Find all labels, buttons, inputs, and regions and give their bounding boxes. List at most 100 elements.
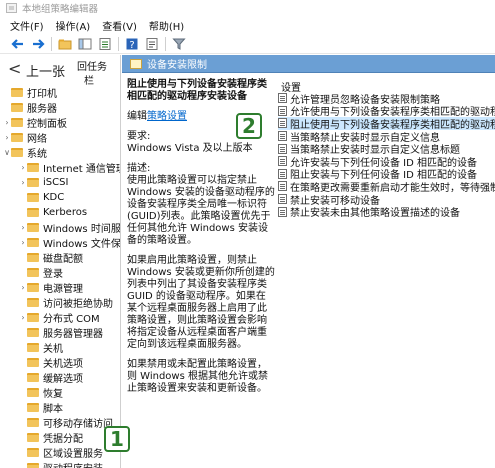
- tree-item-label: 关机: [43, 344, 63, 355]
- tree-item-label: 服务器管理器: [43, 329, 103, 340]
- folder-icon: [27, 208, 39, 217]
- window-title: 本地组策略编辑器: [22, 4, 99, 15]
- tree-item[interactable]: 登录: [0, 265, 120, 280]
- tree-item-label: 访问被拒绝协助: [43, 299, 113, 310]
- tree-item-label: iSCSI: [43, 177, 69, 188]
- tree-item[interactable]: › 电源管理: [0, 280, 120, 295]
- tree-item-label: 磁盘配额: [43, 254, 83, 265]
- folder-icon: [27, 298, 39, 307]
- tree-item[interactable]: › Windows 时间服务: [0, 220, 121, 235]
- navigation-pane: < 上一张 回任务 栏 打印机 服务器 › 控制面板 › 网络 ∨ 系统 › Internet 通…: [0, 55, 121, 468]
- tree-item[interactable]: 关机: [0, 340, 120, 355]
- tree-item-label: 恢复: [43, 389, 63, 400]
- properties-icon[interactable]: [144, 36, 160, 52]
- tree-item-label: 登录: [43, 269, 63, 280]
- tree-item-label: Internet 通信管理: [43, 164, 121, 175]
- policy-setting-icon: [278, 156, 287, 167]
- toolbar-separator: [51, 36, 52, 51]
- chevron-right-icon[interactable]: ›: [3, 118, 11, 127]
- forward-arrow-icon[interactable]: [30, 36, 46, 52]
- menu-view[interactable]: 查看(V): [96, 18, 143, 33]
- tree-item-label: 区域设置服务: [43, 449, 103, 460]
- tree-item-label: 电源管理: [43, 284, 83, 295]
- tree-item[interactable]: 打印机: [0, 85, 120, 100]
- folder-icon: [27, 403, 39, 412]
- folder-icon: [130, 58, 142, 69]
- back-label[interactable]: 上一张: [26, 61, 65, 80]
- up-folder-icon[interactable]: [57, 36, 73, 52]
- menu-action[interactable]: 操作(A): [50, 18, 97, 33]
- show-hide-tree-icon[interactable]: [77, 36, 93, 52]
- tree-item[interactable]: 可移动存储访问: [0, 415, 120, 430]
- tree-item-label: 凭据分配: [43, 434, 83, 445]
- setting-row[interactable]: 禁止安装未由其他策略设置描述的设备: [278, 205, 495, 219]
- tree-item[interactable]: › iSCSI: [0, 175, 120, 190]
- description-paragraph: 如果启用此策略设置，则禁止 Windows 安装或更新你所创建的列表中列出了其设…: [127, 255, 275, 350]
- tree-item[interactable]: 关机选项: [0, 355, 120, 370]
- svg-text:?: ?: [129, 40, 134, 51]
- folder-icon: [27, 448, 39, 457]
- folder-icon: [27, 313, 39, 322]
- tree-item[interactable]: 访问被拒绝协助: [0, 295, 120, 310]
- chevron-right-icon[interactable]: ›: [19, 313, 27, 322]
- chevron-right-icon[interactable]: ›: [19, 283, 27, 292]
- tree-item[interactable]: 缓解选项: [0, 370, 120, 385]
- back-arrow-icon[interactable]: [10, 36, 26, 52]
- policy-title: 阻止使用与下列设备安装程序类相匹配的驱动程序安装设备: [127, 79, 267, 102]
- folder-icon: [27, 388, 39, 397]
- tree-item-label: 驱动程序安装: [43, 460, 103, 468]
- folder-icon: [27, 463, 39, 468]
- tree-item[interactable]: 凭据分配: [0, 430, 120, 445]
- back-chevron-icon[interactable]: <: [8, 59, 21, 78]
- folder-icon: [27, 238, 39, 247]
- tree-item[interactable]: 恢复: [0, 385, 120, 400]
- tree-item[interactable]: 驱动程序安装: [0, 460, 120, 468]
- folder-icon: [11, 148, 23, 157]
- tree-item-label: Kerberos: [43, 207, 88, 218]
- tree-item[interactable]: 区域设置服务: [0, 445, 120, 460]
- tree-item-label: 系统: [27, 149, 47, 160]
- requirements-label: 要求:: [127, 131, 151, 142]
- help-icon[interactable]: ?: [124, 36, 140, 52]
- tree-item[interactable]: › 控制面板: [0, 115, 120, 130]
- menu-help[interactable]: 帮助(H): [143, 18, 190, 33]
- callout-badge-1: 1: [104, 426, 130, 452]
- tree-item[interactable]: 服务器管理器: [0, 325, 120, 340]
- tree-item[interactable]: 磁盘配额: [0, 250, 120, 265]
- export-list-icon[interactable]: [97, 36, 113, 52]
- tree-item-label: 分布式 COM: [43, 314, 100, 325]
- tree-item[interactable]: › Windows 文件保护: [0, 235, 120, 250]
- folder-icon: [11, 133, 23, 142]
- policy-setting-icon: [278, 181, 287, 192]
- tree-item[interactable]: Kerberos: [0, 205, 120, 220]
- folder-icon: [27, 373, 39, 382]
- tree-item-label: 可移动存储访问: [43, 419, 113, 430]
- edit-prefix: 编辑: [127, 111, 147, 122]
- menu-file[interactable]: 文件(F): [4, 18, 50, 33]
- policy-setting-icon: [278, 194, 287, 205]
- folder-icon: [11, 103, 23, 112]
- folder-icon: [27, 283, 39, 292]
- tree-item[interactable]: › Internet 通信管理: [0, 160, 121, 175]
- tree-item[interactable]: 服务器: [0, 100, 120, 115]
- folder-icon: [27, 163, 39, 172]
- tree-item[interactable]: › 网络: [0, 130, 120, 145]
- folder-icon: [27, 358, 39, 367]
- chevron-right-icon[interactable]: ›: [19, 163, 27, 172]
- folder-icon: [27, 433, 39, 442]
- tree-item[interactable]: › 分布式 COM: [0, 310, 120, 325]
- chevron-right-icon[interactable]: ›: [19, 178, 27, 187]
- filter-icon[interactable]: [171, 36, 187, 52]
- tree-item-label: KDC: [43, 192, 65, 203]
- chevron-down-icon[interactable]: ∨: [3, 148, 11, 157]
- tree-item[interactable]: ∨ 系统: [0, 145, 120, 160]
- tree-item[interactable]: KDC: [0, 190, 120, 205]
- chevron-right-icon[interactable]: ›: [19, 223, 27, 232]
- menu-bar: 文件(F) 操作(A) 查看(V) 帮助(H): [0, 16, 495, 34]
- tree-item-label: Windows 时间服务: [43, 224, 121, 235]
- tree-item[interactable]: 脚本: [0, 400, 120, 415]
- chevron-right-icon[interactable]: ›: [19, 238, 27, 247]
- toolbar: ?: [0, 34, 495, 54]
- edit-policy-link[interactable]: 策略设置: [147, 111, 187, 122]
- chevron-right-icon[interactable]: ›: [3, 133, 11, 142]
